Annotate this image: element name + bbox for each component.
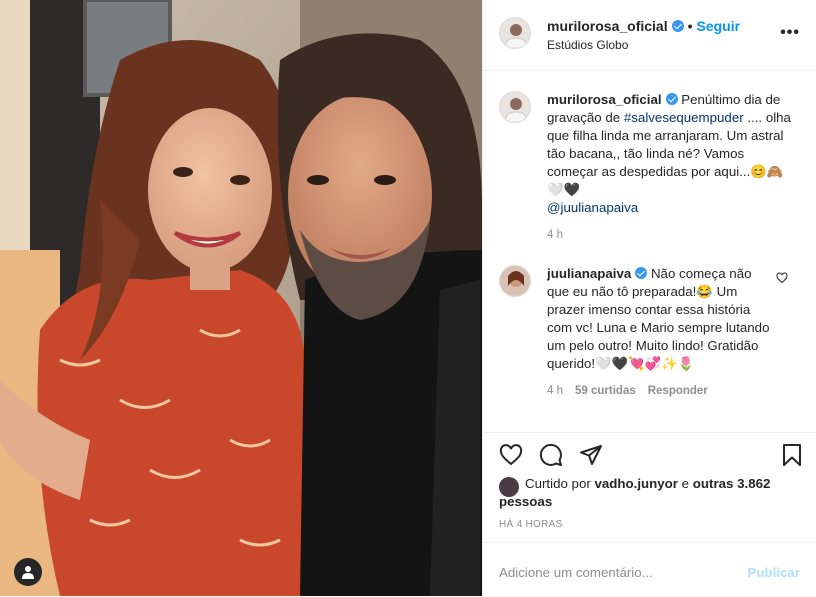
- heart-icon[interactable]: [499, 443, 523, 467]
- action-bar: [483, 432, 816, 473]
- comment-row: juulianapaiva Não começa não que eu não …: [483, 241, 816, 397]
- tag-button[interactable]: [14, 558, 42, 586]
- likes-and: e: [681, 476, 690, 491]
- avatar[interactable]: [499, 477, 519, 497]
- caption-username[interactable]: murilorosa_oficial: [547, 92, 662, 107]
- share-icon[interactable]: [579, 443, 603, 467]
- more-icon[interactable]: •••: [780, 24, 800, 42]
- comment-time[interactable]: 4 h: [547, 385, 563, 397]
- caption-time[interactable]: 4 h: [547, 229, 563, 241]
- mention-link[interactable]: @juulianapaiva: [547, 200, 638, 215]
- publish-button[interactable]: Publicar: [748, 565, 800, 580]
- comment-input[interactable]: Adicione um comentário...: [499, 565, 653, 580]
- follow-button[interactable]: Seguir: [697, 18, 741, 34]
- comment-username[interactable]: juulianapaiva: [547, 266, 631, 281]
- avatar[interactable]: [499, 17, 531, 49]
- location-link[interactable]: Estúdios Globo: [547, 38, 628, 52]
- hashtag-link[interactable]: #salvesequempuder: [624, 110, 744, 125]
- comment-text: Não começa não que eu não tô preparada!😂…: [547, 266, 770, 371]
- avatar[interactable]: [499, 91, 531, 123]
- comments-list[interactable]: murilorosa_oficial Penúltimo dia de grav…: [483, 71, 816, 431]
- post-header: murilorosa_oficial • Seguir Estúdios Globo…: [483, 0, 816, 71]
- comment-likes[interactable]: 59 curtidas: [575, 385, 636, 397]
- comment-box: Adicione um comentário... Publicar: [483, 542, 816, 597]
- avatar-image: [504, 24, 528, 48]
- avatar[interactable]: [499, 265, 531, 297]
- liked-by-user[interactable]: vadho.junyor: [594, 476, 677, 491]
- comment-icon[interactable]: [539, 443, 563, 467]
- verified-icon: [665, 93, 678, 105]
- post-timestamp[interactable]: HÁ 4 HORAS: [499, 519, 563, 530]
- reply-button[interactable]: Responder: [648, 385, 708, 397]
- post-photo[interactable]: [0, 0, 482, 596]
- instagram-post: murilorosa_oficial • Seguir Estúdios Globo…: [0, 0, 816, 596]
- post-side-panel: murilorosa_oficial • Seguir Estúdios Globo…: [482, 0, 816, 596]
- verified-icon: [635, 267, 648, 279]
- heart-icon[interactable]: [776, 272, 788, 284]
- likes-summary: Curtido por vadho.junyor e outras 3.862 …: [499, 475, 799, 511]
- username-link[interactable]: murilorosa_oficial: [547, 18, 668, 34]
- liked-by-prefix: Curtido por: [525, 476, 591, 491]
- verified-icon: [671, 20, 684, 32]
- caption: murilorosa_oficial Penúltimo dia de grav…: [483, 71, 816, 241]
- avatar-image: [500, 266, 530, 296]
- person-tag-icon: [22, 566, 34, 579]
- bookmark-icon[interactable]: [780, 443, 804, 467]
- selfie-illustration: [0, 0, 482, 596]
- avatar-image: [504, 98, 528, 122]
